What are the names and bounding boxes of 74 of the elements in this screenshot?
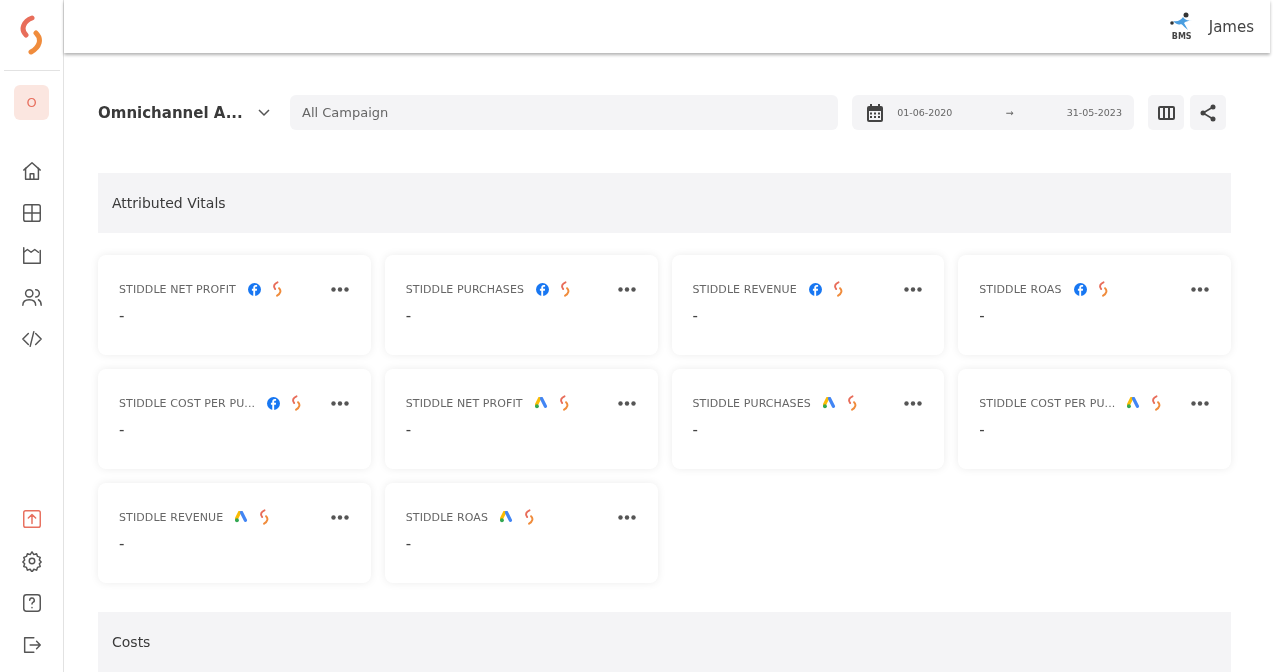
date-range-picker[interactable]: 01-06-2020 → 31-05-2023 bbox=[852, 95, 1134, 130]
stiddle-logo-icon bbox=[524, 509, 536, 525]
layout-grid-icon[interactable] bbox=[20, 202, 43, 224]
google-ads-icon bbox=[1127, 397, 1141, 409]
metric-value: - bbox=[692, 307, 698, 325]
metric-value: - bbox=[119, 421, 125, 439]
user-name[interactable]: James bbox=[1208, 17, 1254, 36]
metric-title: STIDDLE REVENUE bbox=[692, 282, 797, 296]
more-options-icon[interactable] bbox=[904, 286, 923, 292]
metric-title: STIDDLE NET PROFIT bbox=[119, 282, 236, 296]
more-options-icon[interactable] bbox=[617, 514, 636, 520]
more-options-icon[interactable] bbox=[904, 400, 923, 406]
stiddle-logo-icon bbox=[1151, 395, 1163, 411]
metric-title: STIDDLE COST PER PU... bbox=[119, 396, 256, 410]
google-ads-icon bbox=[500, 511, 514, 523]
settings-icon[interactable] bbox=[20, 550, 43, 572]
more-options-icon[interactable] bbox=[617, 286, 636, 292]
metric-title: STIDDLE PURCHASES bbox=[405, 282, 525, 296]
google-ads-icon bbox=[822, 397, 836, 409]
metric-title: STIDDLE REVENUE bbox=[119, 510, 224, 524]
stiddle-logo-icon bbox=[1097, 281, 1109, 297]
metric-value: - bbox=[979, 307, 985, 325]
more-options-icon[interactable] bbox=[1191, 286, 1209, 292]
report-name[interactable]: Omnichannel A... bbox=[98, 103, 248, 122]
share-icon bbox=[1200, 103, 1216, 122]
columns-button[interactable] bbox=[1148, 95, 1184, 130]
stiddle-logo-icon bbox=[291, 395, 303, 411]
metric-title: STIDDLE COST PER PU... bbox=[979, 396, 1116, 410]
help-icon[interactable] bbox=[20, 592, 43, 614]
start-date: 01-06-2020 bbox=[897, 107, 953, 118]
end-date: 31-05-2023 bbox=[1066, 107, 1122, 118]
google-ads-icon bbox=[235, 511, 249, 523]
code-icon[interactable] bbox=[20, 328, 43, 350]
metric-value: - bbox=[692, 421, 698, 439]
stiddle-logo-icon bbox=[832, 281, 844, 297]
chevron-down-icon[interactable] bbox=[258, 108, 270, 117]
metric-title: STIDDLE PURCHASES bbox=[692, 396, 811, 410]
campaign-select[interactable]: All Campaign bbox=[290, 95, 838, 130]
metric-value: - bbox=[119, 535, 125, 553]
more-options-icon[interactable] bbox=[1191, 400, 1209, 406]
more-options-icon[interactable] bbox=[330, 514, 349, 520]
share-button[interactable] bbox=[1190, 95, 1226, 130]
metric-value: - bbox=[405, 307, 412, 325]
stiddle-logo-icon bbox=[560, 281, 572, 297]
metric-title: STIDDLE ROAS bbox=[979, 282, 1062, 296]
stiddle-logo-icon bbox=[846, 395, 858, 411]
stiddle-logo-icon bbox=[271, 281, 283, 297]
metric-value: - bbox=[405, 421, 412, 439]
columns-icon bbox=[1157, 105, 1175, 120]
facebook-icon bbox=[536, 282, 550, 296]
metric-value: - bbox=[405, 535, 412, 553]
metric-value: - bbox=[979, 421, 985, 439]
section-header: Costs bbox=[98, 612, 1231, 672]
calendar-icon bbox=[866, 102, 884, 123]
range-arrow: → bbox=[1005, 107, 1014, 118]
home-icon[interactable] bbox=[20, 160, 43, 182]
upload-icon[interactable] bbox=[20, 508, 43, 530]
more-options-icon[interactable] bbox=[330, 400, 349, 406]
google-ads-icon bbox=[534, 397, 548, 409]
metric-value: - bbox=[119, 307, 125, 325]
stiddle-logo-icon bbox=[259, 509, 271, 525]
metric-title: STIDDLE NET PROFIT bbox=[405, 396, 523, 410]
area-chart-icon[interactable] bbox=[20, 244, 43, 266]
facebook-icon bbox=[808, 282, 822, 296]
section-header: Attributed Vitals bbox=[98, 173, 1231, 233]
brand-label: BMS bbox=[1171, 32, 1192, 41]
metric-title: STIDDLE ROAS bbox=[405, 510, 489, 524]
more-options-icon[interactable] bbox=[330, 286, 349, 292]
facebook-icon bbox=[267, 396, 281, 410]
more-options-icon[interactable] bbox=[617, 400, 636, 406]
facebook-icon bbox=[247, 282, 261, 296]
stiddle-logo-icon bbox=[558, 395, 570, 411]
users-icon[interactable] bbox=[20, 286, 43, 308]
facebook-icon bbox=[1073, 282, 1087, 296]
